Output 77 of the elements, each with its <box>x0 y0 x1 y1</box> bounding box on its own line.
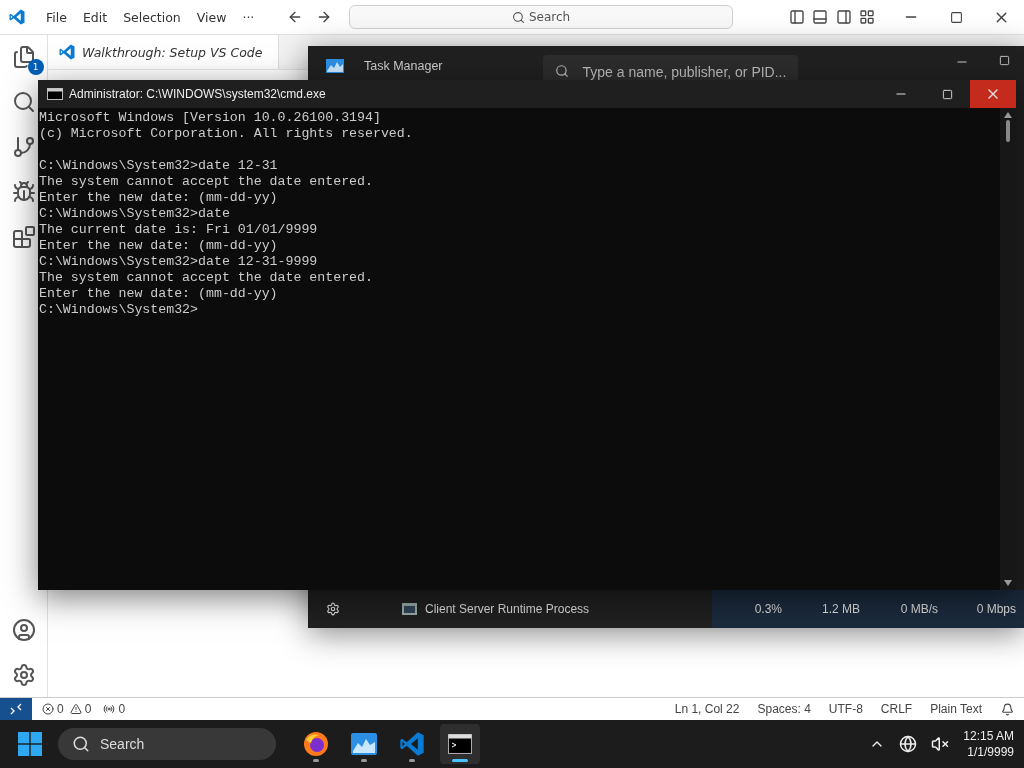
status-item[interactable]: CRLF <box>871 702 922 716</box>
menu-item[interactable]: Selection <box>115 9 189 25</box>
account-icon[interactable] <box>11 618 36 642</box>
scroll-down-arrow-icon[interactable] <box>1004 580 1012 586</box>
menu-item[interactable]: View <box>188 9 235 25</box>
maximize-icon[interactable] <box>999 55 1010 66</box>
menu-item[interactable]: Edit <box>74 9 116 25</box>
files-icon[interactable] <box>11 45 36 69</box>
bug-icon[interactable] <box>11 180 36 204</box>
scroll-up-arrow-icon[interactable] <box>1004 112 1012 118</box>
window-title: Administrator: C:\WINDOWS\system32\cmd.exe <box>69 87 326 101</box>
menu-item[interactable]: ··· <box>234 9 263 25</box>
broadcast-icon <box>103 703 116 715</box>
search-icon <box>72 735 90 753</box>
windows-start-icon[interactable] <box>18 732 42 756</box>
console-line: Enter the new date: (mm-dd-yy) <box>39 238 279 254</box>
process-name: Client Server Runtime Process <box>425 602 590 616</box>
window-title: Task Manager <box>364 59 443 73</box>
remote-icon <box>9 702 23 716</box>
console-line: C:\Windows\System32>date <box>39 206 231 222</box>
maximize-icon[interactable] <box>949 10 963 24</box>
terminal-icon <box>448 734 472 754</box>
error-icon <box>42 703 54 715</box>
window-icon <box>402 603 417 615</box>
editor-tab[interactable]: Walkthrough: Setup VS Code <box>48 35 279 69</box>
count-badge: 1 <box>27 59 44 75</box>
chart-window-icon <box>351 733 377 755</box>
fox-globe-icon <box>303 731 329 757</box>
panel-right-icon[interactable] <box>835 9 852 25</box>
globe-icon[interactable] <box>899 735 918 753</box>
console-line: Enter the new date: (mm-dd-yy) <box>39 190 279 206</box>
console-line: C:\Windows\System32>date 12-31-9999 <box>39 254 319 270</box>
blocks-icon[interactable] <box>11 225 36 249</box>
search-icon <box>554 64 569 78</box>
status-item[interactable]: UTF-8 <box>819 702 872 716</box>
console-line: The current date is: Fri 01/01/9999 <box>39 222 319 238</box>
bell-icon[interactable] <box>1001 702 1014 716</box>
layout-icon[interactable] <box>859 9 876 25</box>
search-icon <box>511 10 525 24</box>
problems-button[interactable]: 0 0 <box>36 702 98 716</box>
terminal-icon <box>47 88 63 100</box>
clock[interactable]: 12:15 AM 1/1/9999 <box>963 728 1014 760</box>
console-line: C:\Windows\System32>date 12-31 <box>39 158 279 174</box>
chart-window-icon <box>326 59 344 73</box>
console-line: Microsoft Windows [Version 10.0.26100.3194] <box>39 110 382 126</box>
status-item[interactable]: Ln 1, Col 22 <box>665 702 749 716</box>
status-item[interactable]: Plain Text <box>921 702 991 716</box>
scrollbar-thumb[interactable] <box>1006 120 1010 142</box>
taskbar-search-field[interactable]: Search <box>58 728 276 760</box>
branch-icon[interactable] <box>11 135 36 159</box>
ports-button[interactable]: 0 <box>97 702 132 716</box>
vscode-logo-icon <box>8 8 26 26</box>
table-cell-text: 1.2 MB <box>821 602 861 616</box>
console-line: Enter the new date: (mm-dd-yy) <box>39 286 279 302</box>
search-icon[interactable] <box>11 90 36 114</box>
panel-left-icon[interactable] <box>788 9 805 25</box>
vscode-logo-icon <box>398 730 426 758</box>
console-line: C:\Windows\System32> <box>39 302 200 318</box>
panel-bottom-icon[interactable] <box>812 9 829 25</box>
settings-icon[interactable] <box>326 602 340 616</box>
taskbar-app-button[interactable] <box>440 724 480 764</box>
console-line: The system cannot accept the date entered. <box>39 174 374 190</box>
menu-item[interactable]: File <box>38 9 75 25</box>
status-item[interactable]: Spaces: 4 <box>748 702 820 716</box>
table-cell-text: 0 MB/s <box>899 602 939 616</box>
vscode-logo-icon <box>58 43 76 61</box>
settings-icon[interactable] <box>11 663 36 687</box>
muted-speaker-icon[interactable] <box>931 735 950 753</box>
process-search-field[interactable]: Type a name, publisher, or PID... <box>542 55 798 80</box>
maximize-icon <box>941 88 953 100</box>
command-search-field[interactable]: Search <box>349 5 733 29</box>
console-line: The system cannot accept the date entered. <box>39 270 374 286</box>
table-cell-text: 0 Mbps <box>975 602 1017 616</box>
table-cell-text: 0.3% <box>753 602 783 616</box>
console-line: (c) Microsoft Corporation. All rights reserved. <box>39 126 414 142</box>
remote-button[interactable] <box>0 698 32 720</box>
warning-icon <box>69 703 82 715</box>
